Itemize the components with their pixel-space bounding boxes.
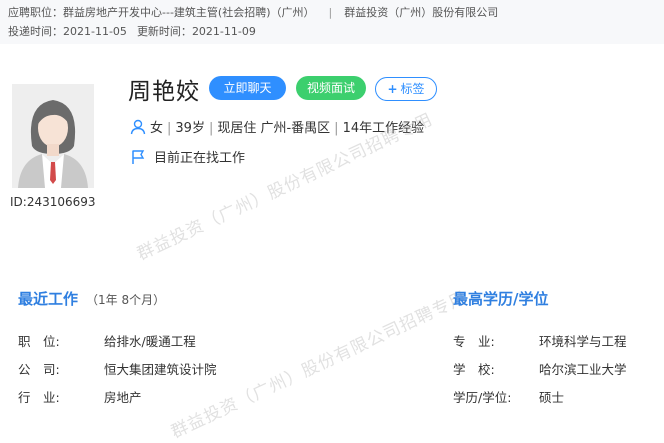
gender: 女 xyxy=(150,121,164,136)
work-industry-label: 行 业: xyxy=(18,390,60,405)
work-company-label: 公 司: xyxy=(18,362,60,377)
candidate-id: ID:243106693 xyxy=(10,195,96,209)
education-title: 最高学历/学位 xyxy=(453,290,549,308)
edu-degree-value: 硕士 xyxy=(539,390,565,405)
work-industry-value: 房地产 xyxy=(104,390,142,405)
edu-major-label: 专 业: xyxy=(453,334,495,349)
edu-school-label: 学 校: xyxy=(453,362,495,377)
application-info-bar: 应聘职位：群益房地产开发中心---建筑主管(社会招聘)（广州） | 群益投资（广州）… xyxy=(0,0,664,44)
edu-school-value: 哈尔滨工业大学 xyxy=(539,362,627,377)
applied-position-label: 应聘职位： xyxy=(8,6,63,19)
work-company-value: 恒大集团建筑设计院 xyxy=(104,362,217,377)
work-experience: 14年工作经验 xyxy=(342,121,425,136)
recent-work-title: 最近工作 （1年 8个月） xyxy=(18,290,166,308)
header-divider: | xyxy=(328,6,333,19)
edu-major-value: 环境科学与工程 xyxy=(539,334,627,349)
add-tag-button[interactable]: + 标签 xyxy=(375,77,437,101)
job-status: 目前正在找工作 xyxy=(154,151,246,166)
add-tag-label: 标签 xyxy=(400,82,425,96)
residence: 现居住 广州-番禺区 xyxy=(217,121,331,136)
candidate-basic-info: 女 | 39岁 | 现居住 广州-番禺区 | 14年工作经验 xyxy=(130,117,424,139)
application-position-line: 应聘职位：群益房地产开发中心---建筑主管(社会招聘)（广州） | 群益投资（广州）… xyxy=(8,4,498,20)
edu-degree-label: 学历/学位: xyxy=(453,390,512,405)
flag-icon xyxy=(130,149,146,169)
update-time: 2021-11-09 xyxy=(191,25,256,38)
plus-icon: + xyxy=(387,82,398,96)
female-avatar-icon xyxy=(12,84,94,188)
recent-work-duration: （1年 8个月） xyxy=(86,293,166,307)
avatar xyxy=(12,84,94,188)
delivery-time-label: 投递时间： xyxy=(8,25,63,38)
delivery-time: 2021-11-05 xyxy=(63,25,127,38)
age: 39岁 xyxy=(175,121,205,136)
applied-position: 群益房地产开发中心---建筑主管(社会招聘) xyxy=(63,6,271,19)
applied-location: （广州） xyxy=(270,6,315,19)
company-name: 群益投资（广州）股份有限公司 xyxy=(344,6,499,19)
update-time-label: 更新时间： xyxy=(136,25,192,38)
work-position-label: 职 位: xyxy=(18,334,60,349)
chat-now-button[interactable]: 立即聊天 xyxy=(209,76,286,100)
candidate-name: 周艳姣 xyxy=(128,79,200,105)
video-interview-button[interactable]: 视频面试 xyxy=(296,76,366,100)
application-time-line: 投递时间：2021-11-05 更新时间：2021-11-09 xyxy=(8,23,256,39)
user-icon xyxy=(130,119,146,139)
job-status-row: 目前正在找工作 xyxy=(130,147,245,169)
work-position-value: 给排水/暖通工程 xyxy=(104,334,196,349)
